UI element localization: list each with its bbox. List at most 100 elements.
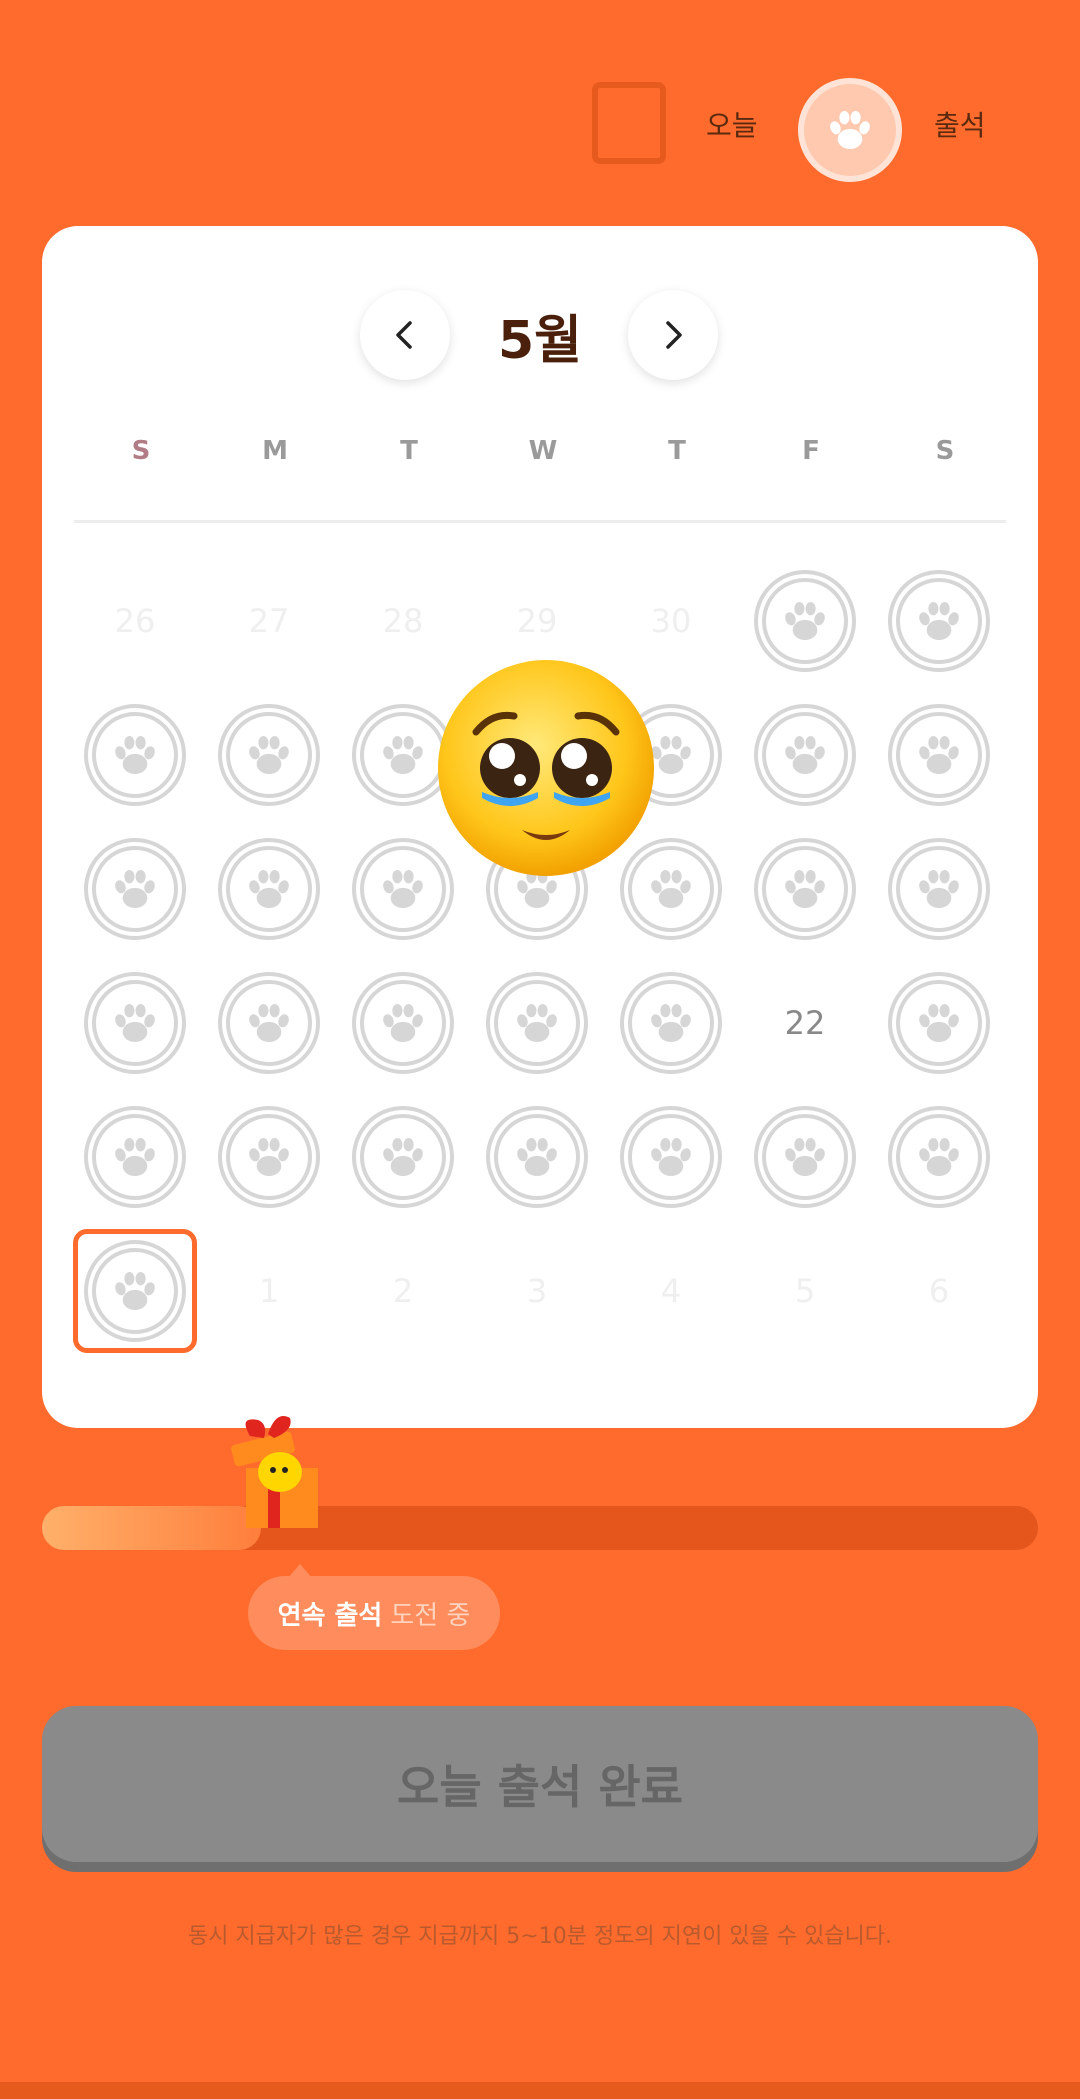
day-number: 29 (516, 602, 558, 640)
calendar-day[interactable] (872, 688, 1006, 822)
calendar-day[interactable] (872, 956, 1006, 1090)
calendar-day[interactable] (738, 688, 872, 822)
calendar-day[interactable] (202, 956, 336, 1090)
next-month-button[interactable] (628, 290, 718, 380)
calendar-day[interactable] (336, 1090, 470, 1224)
day-number: 2 (392, 1272, 414, 1310)
calendar-day[interactable] (202, 688, 336, 822)
paw-stamp-icon (888, 972, 990, 1074)
calendar-day: 5 (738, 1224, 872, 1358)
paw-stamp-icon (754, 838, 856, 940)
calendar-day[interactable] (872, 1090, 1006, 1224)
paw-stamp-icon (888, 570, 990, 672)
attendance-complete-button[interactable]: 오늘 출석 완료 (42, 1706, 1038, 1862)
weekday-divider (74, 520, 1006, 523)
calendar-day: 2 (336, 1224, 470, 1358)
calendar-day: 4 (604, 1224, 738, 1358)
calendar-day[interactable] (470, 1090, 604, 1224)
attendance-complete-label: 오늘 출석 완료 (397, 1760, 683, 1814)
delay-notice: 동시 지급자가 많은 경우 지급까지 5~10분 정도의 지연이 있을 수 있습… (187, 1924, 893, 1949)
calendar-day: 6 (872, 1224, 1006, 1358)
calendar-day[interactable] (872, 554, 1006, 688)
calendar-day[interactable] (738, 1090, 872, 1224)
paw-stamp-icon (888, 1106, 990, 1208)
streak-tooltip-light: 도전 중 (390, 1600, 471, 1631)
calendar-day: 3 (470, 1224, 604, 1358)
paw-stamp-icon (352, 1106, 454, 1208)
calendar-day[interactable] (202, 822, 336, 956)
calendar-day: 1 (202, 1224, 336, 1358)
attendance-legend: 오늘 출석 (0, 78, 1080, 182)
attendance-legend-label: 출석 (934, 109, 986, 142)
month-title: 5월 (497, 311, 583, 371)
chevron-left-icon (396, 321, 412, 349)
calendar-card: 5월 S M T W T F S 26 27 28 29 30 22 1 2 3 4 5 6 (42, 226, 1038, 1428)
day-number: 30 (650, 602, 692, 640)
paw-stamp-icon (218, 838, 320, 940)
calendar-day[interactable] (738, 554, 872, 688)
paw-stamp-icon (218, 1106, 320, 1208)
calendar-day[interactable] (336, 956, 470, 1090)
chevron-right-icon (666, 321, 682, 349)
calendar-day[interactable] (68, 956, 202, 1090)
calendar-day[interactable] (604, 1090, 738, 1224)
day-number: 26 (114, 602, 156, 640)
day-number: 5 (794, 1272, 816, 1310)
weekday-tue: T (400, 436, 418, 466)
day-number: 3 (526, 1272, 548, 1310)
weekday-wed: W (528, 436, 558, 466)
calendar-day[interactable] (68, 1224, 202, 1358)
paw-stamp-icon (754, 704, 856, 806)
paw-stamp-icon (218, 704, 320, 806)
calendar-day: 27 (202, 554, 336, 688)
paw-stamp-icon (84, 838, 186, 940)
weekday-mon: M (262, 436, 288, 466)
paw-stamp-icon (888, 838, 990, 940)
paw-stamp-icon (84, 1106, 186, 1208)
paw-stamp-icon (84, 704, 186, 806)
paw-stamp-icon (620, 972, 722, 1074)
prev-month-button[interactable] (360, 290, 450, 380)
paw-stamp-icon (218, 972, 320, 1074)
paw-stamp-icon (486, 972, 588, 1074)
calendar-day[interactable] (738, 822, 872, 956)
paw-stamp-icon (754, 1106, 856, 1208)
day-number: 4 (660, 1272, 682, 1310)
calendar-day[interactable]: 22 (738, 956, 872, 1090)
month-navigation: 5월 (42, 290, 1038, 382)
paw-stamp-icon (84, 972, 186, 1074)
bottom-bar (0, 2082, 1080, 2099)
day-number: 28 (382, 602, 424, 640)
day-number: 27 (248, 602, 290, 640)
calendar-day[interactable] (470, 956, 604, 1090)
weekday-sat: S (935, 436, 955, 466)
day-number: 1 (258, 1272, 280, 1310)
streak-tooltip-strong: 연속 출석 (277, 1600, 383, 1631)
today-legend-box (592, 82, 666, 164)
paw-stamp-icon (352, 972, 454, 1074)
calendar-day: 26 (68, 554, 202, 688)
streak-progress-bar (42, 1506, 1038, 1550)
today-highlight-frame (73, 1229, 197, 1353)
weekday-thu: T (668, 436, 686, 466)
paw-stamp-icon (486, 1106, 588, 1208)
calendar-day[interactable] (872, 822, 1006, 956)
today-legend-label: 오늘 (706, 109, 758, 142)
weekday-sun: S (131, 436, 151, 466)
day-number: 6 (928, 1272, 950, 1310)
pleading-face-emoji-icon (438, 660, 654, 876)
paw-stamp-icon (888, 704, 990, 806)
paw-stamp-icon (798, 78, 902, 182)
paw-stamp-icon (620, 1106, 722, 1208)
streak-tooltip: 연속 출석 도전 중 (248, 1564, 500, 1650)
calendar-day[interactable] (68, 688, 202, 822)
calendar-day[interactable] (202, 1090, 336, 1224)
day-number: 22 (784, 1004, 826, 1042)
calendar-day[interactable] (68, 1090, 202, 1224)
paw-stamp-icon (754, 570, 856, 672)
calendar-day[interactable] (68, 822, 202, 956)
weekday-fri: F (802, 436, 820, 466)
calendar-day[interactable] (604, 956, 738, 1090)
weekday-header: S M T W T F S (74, 436, 1014, 476)
gift-box-icon (231, 1416, 318, 1528)
